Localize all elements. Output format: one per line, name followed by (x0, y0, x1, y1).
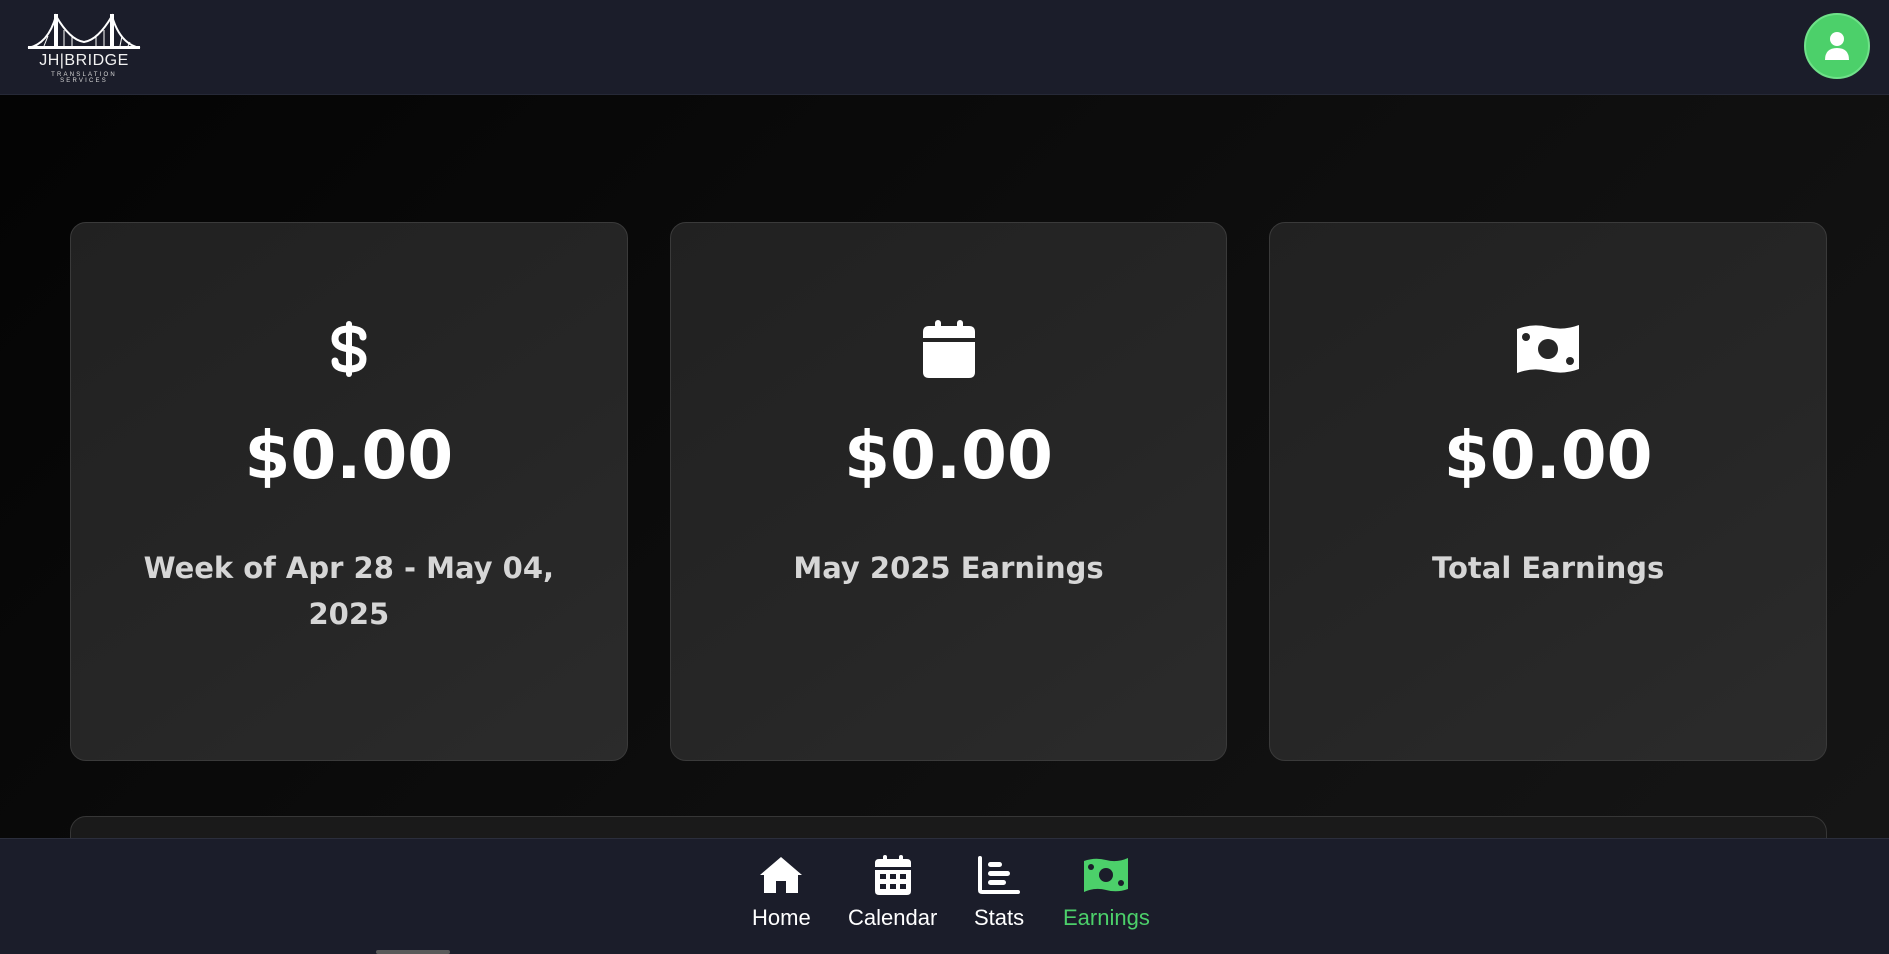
logo-subtitle: TRANSLATION SERVICES (51, 72, 117, 84)
money-bill-icon (1084, 858, 1129, 892)
nav-item-earnings[interactable]: Earnings (1063, 853, 1150, 931)
money-bill-icon (1517, 325, 1580, 373)
scrollbar-thumb[interactable] (376, 950, 450, 954)
card-value: $0.00 (844, 417, 1053, 494)
nav-icon-container (1083, 853, 1129, 897)
logo[interactable]: JH|BRIDGE TRANSLATION SERVICES (26, 10, 142, 84)
card-value: $0.00 (1443, 417, 1653, 494)
chart-icon (978, 856, 1021, 894)
nav-item-calendar[interactable]: Calendar (848, 853, 937, 931)
total-earnings-card: $0.00 Total Earnings (1269, 222, 1828, 761)
calendar-icon (874, 855, 911, 895)
home-icon (760, 857, 803, 893)
card-label: Total Earnings (1432, 551, 1665, 585)
logo-title: JH|BRIDGE (39, 52, 129, 69)
card-icon-container (71, 319, 627, 379)
calendar-icon (922, 320, 975, 378)
card-label: May 2025 Earnings (793, 551, 1104, 585)
card-icon-container (1270, 319, 1826, 379)
card-label: Week of Apr 28 - May 04, 2025 (143, 551, 555, 631)
top-bar: JH|BRIDGE TRANSLATION SERVICES (0, 0, 1889, 95)
dollar-sign-icon (331, 321, 367, 377)
nav-icon-container (758, 853, 804, 897)
weekly-earnings-card: $0.00 Week of Apr 28 - May 04, 2025 (70, 222, 628, 761)
earnings-cards: $0.00 Week of Apr 28 - May 04, 2025 $0.0… (70, 222, 1828, 761)
nav-label: Calendar (848, 905, 938, 930)
nav-item-home[interactable]: Home (752, 853, 811, 931)
nav-label: Home (752, 905, 811, 930)
nav-label: Earnings (1063, 905, 1150, 930)
bridge-icon (27, 13, 141, 49)
card-value: $0.00 (244, 417, 454, 494)
user-icon (1825, 32, 1849, 60)
profile-button[interactable] (1804, 13, 1870, 79)
nav-icon-container (978, 853, 1021, 897)
nav-label: Stats (974, 905, 1025, 930)
monthly-earnings-card: $0.00 May 2025 Earnings (669, 222, 1228, 761)
card-icon-container (671, 319, 1227, 379)
nav-item-stats[interactable]: Stats (974, 853, 1024, 931)
bottom-nav: Home Calendar Stats Earnings (0, 838, 1889, 954)
nav-icon-container (874, 853, 911, 897)
